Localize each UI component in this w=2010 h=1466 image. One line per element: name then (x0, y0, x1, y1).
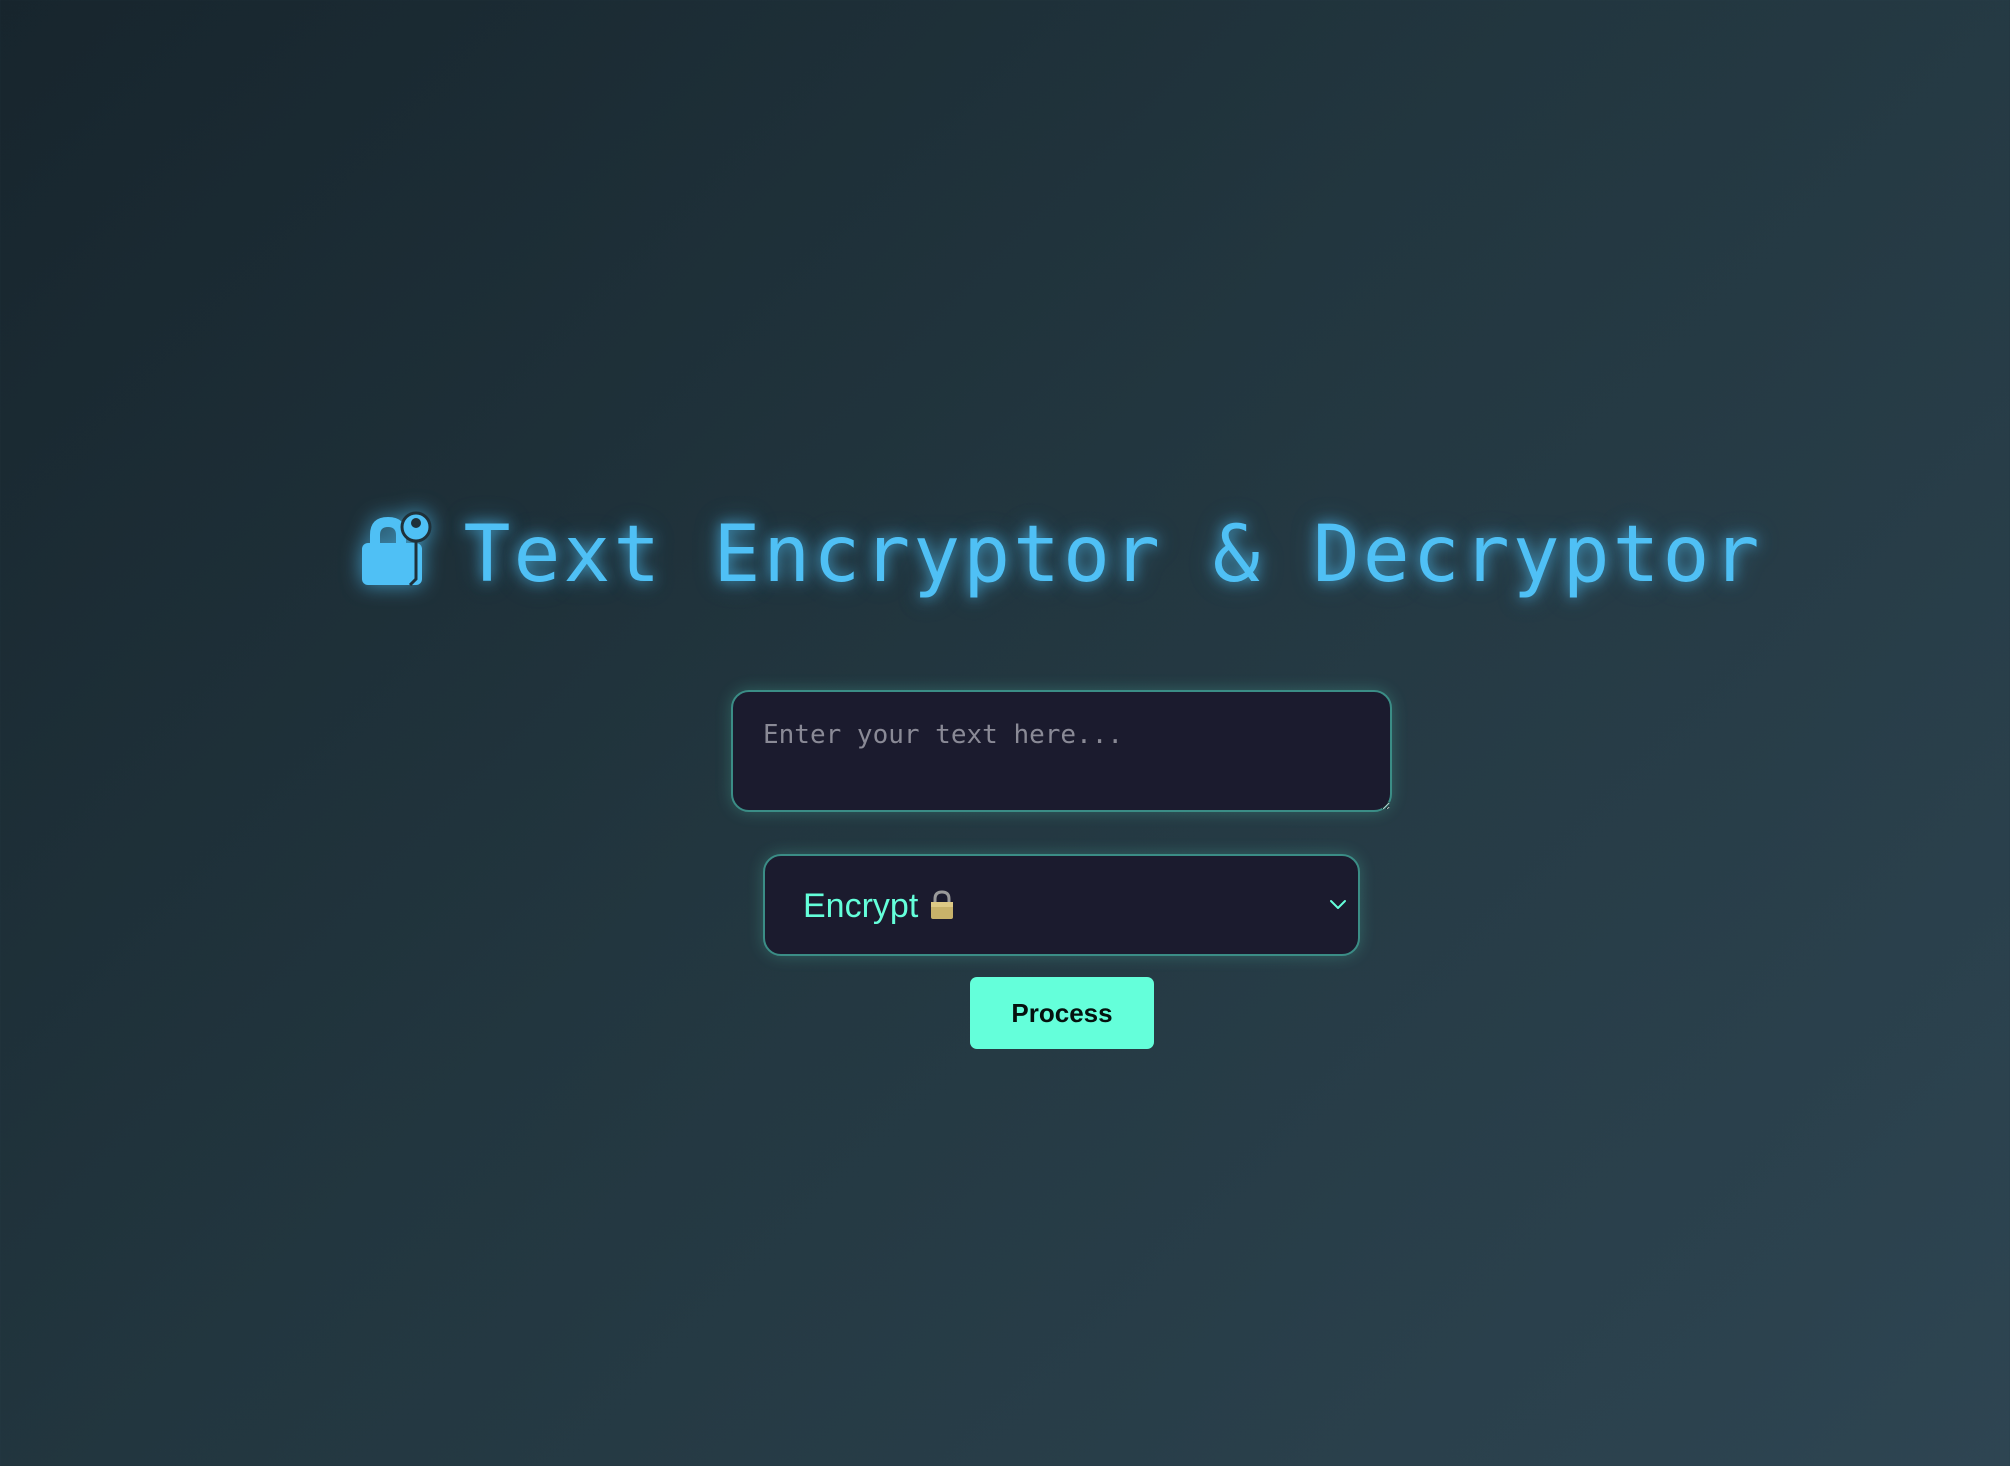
mode-select-value: Encrypt (803, 886, 956, 926)
process-button[interactable]: Process (970, 977, 1154, 1049)
lock-icon (361, 511, 432, 587)
page-title-text: Text Encryptor & Decryptor (463, 510, 1763, 600)
text-input[interactable] (731, 690, 1392, 812)
mode-select-label: Encrypt (803, 887, 919, 925)
lock-icon (931, 890, 954, 919)
chevron-down-icon (1330, 900, 1346, 909)
app-container: Text Encryptor & Decryptor Encrypt Proce… (0, 0, 2010, 1466)
mode-select[interactable]: Encrypt (763, 854, 1360, 956)
page-title: Text Encryptor & Decryptor (0, 510, 2010, 600)
